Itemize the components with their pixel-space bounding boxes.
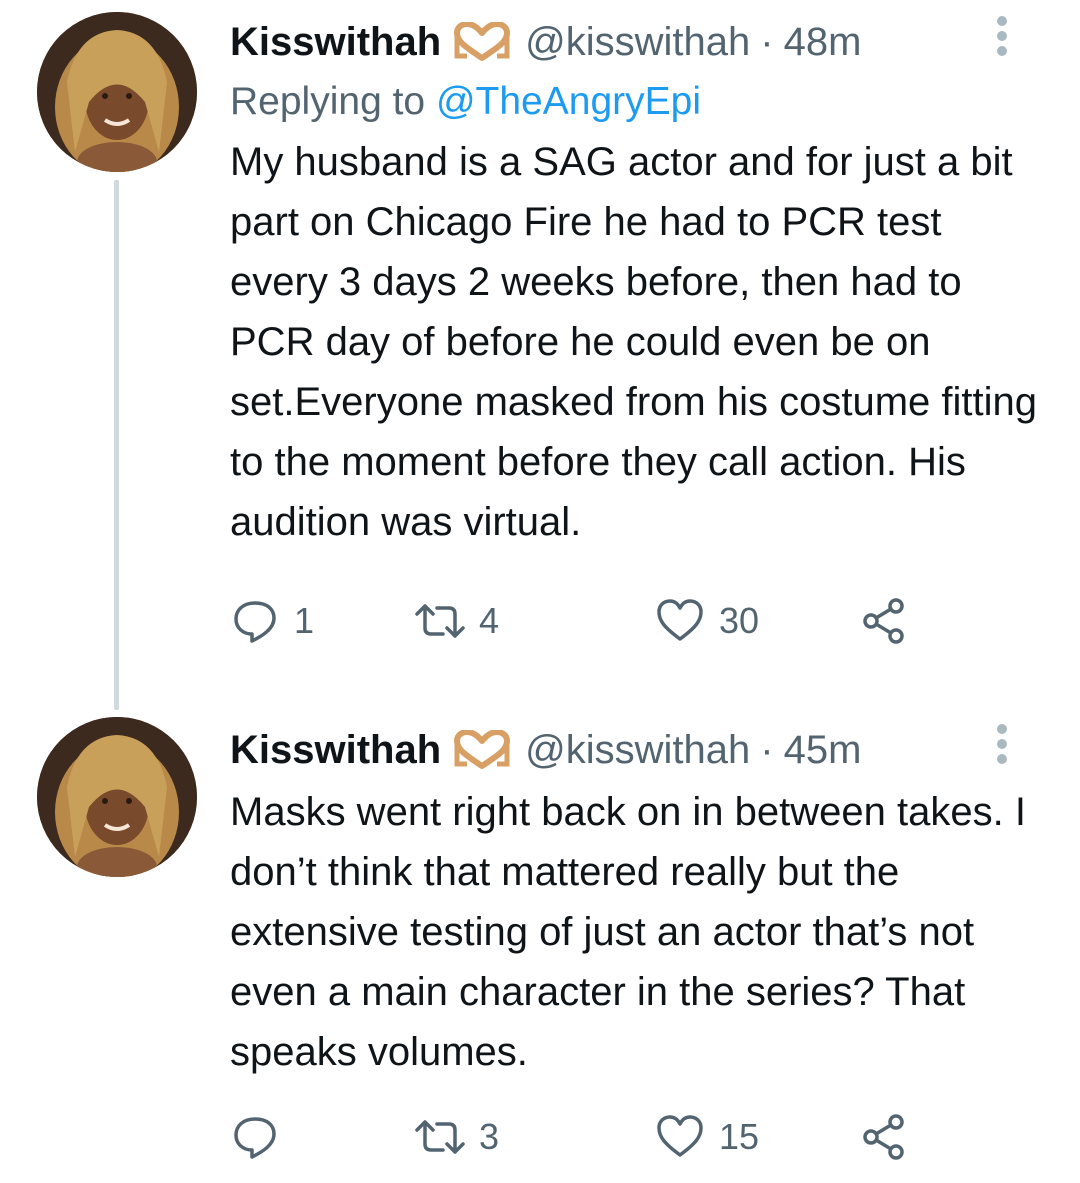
retweet-button[interactable]: 4 [415,596,499,646]
tweet-actions: 3 15 [230,1112,950,1162]
share-icon [863,1114,904,1160]
like-count: 30 [719,600,760,641]
avatar[interactable] [37,717,197,877]
tweet-actions: 1 4 30 [230,596,950,646]
reply-icon [234,1117,276,1159]
author-handle[interactable]: @kisswithah [525,728,750,773]
retweet-count: 4 [479,600,500,641]
separator-dot: · [760,19,774,64]
reply-button[interactable] [230,1112,294,1162]
tweet-content: Kisswithah @kisswithah · 48m Replying to… [230,14,1050,552]
share-button[interactable] [860,596,910,646]
reply-button[interactable]: 1 [230,596,314,646]
author-name[interactable]: Kisswithah [230,20,441,65]
author-name[interactable]: Kisswithah [230,728,441,773]
replying-to-mention[interactable]: @TheAngryEpi [436,80,701,123]
separator-dot: · [760,727,774,772]
retweet-icon [415,1120,465,1154]
heart-icon [657,599,703,641]
heart-hands-icon [453,730,511,770]
tweet-header: Kisswithah @kisswithah · 45m [230,722,1050,778]
retweet-count: 3 [479,1116,500,1157]
avatar[interactable] [37,12,197,172]
tweet[interactable]: Kisswithah @kisswithah · 45m Masks went … [0,700,1080,1183]
reply-count: 1 [294,600,315,641]
replying-to-label: Replying to [230,80,436,123]
thread-connector-line [114,180,119,710]
tweet[interactable]: Kisswithah @kisswithah · 48m Replying to… [0,0,1080,710]
more-options-icon[interactable] [994,16,1010,56]
retweet-button[interactable]: 3 [415,1112,499,1162]
more-options-icon[interactable] [994,724,1010,764]
tweet-text: Masks went right back on in between take… [230,790,1026,1074]
timestamp[interactable]: 45m [784,728,862,773]
avatar-photo [37,12,197,172]
like-button[interactable]: 30 [655,596,759,646]
like-button[interactable]: 15 [655,1112,759,1162]
author-handle[interactable]: @kisswithah [525,20,750,65]
replying-to-line: Replying to @TheAngryEpi [230,72,1050,132]
retweet-icon [415,604,465,638]
share-button[interactable] [860,1112,910,1162]
tweet-text: My husband is a SAG actor and for just a… [230,140,1037,544]
heart-hands-icon [453,22,511,62]
tweet-header: Kisswithah @kisswithah · 48m [230,14,1050,70]
like-count: 15 [719,1116,760,1157]
share-icon [863,598,904,644]
reply-icon [234,601,276,643]
tweet-content: Kisswithah @kisswithah · 45m Masks went … [230,722,1050,1082]
avatar-photo [37,717,197,877]
heart-icon [657,1115,703,1157]
timestamp[interactable]: 48m [784,20,862,65]
